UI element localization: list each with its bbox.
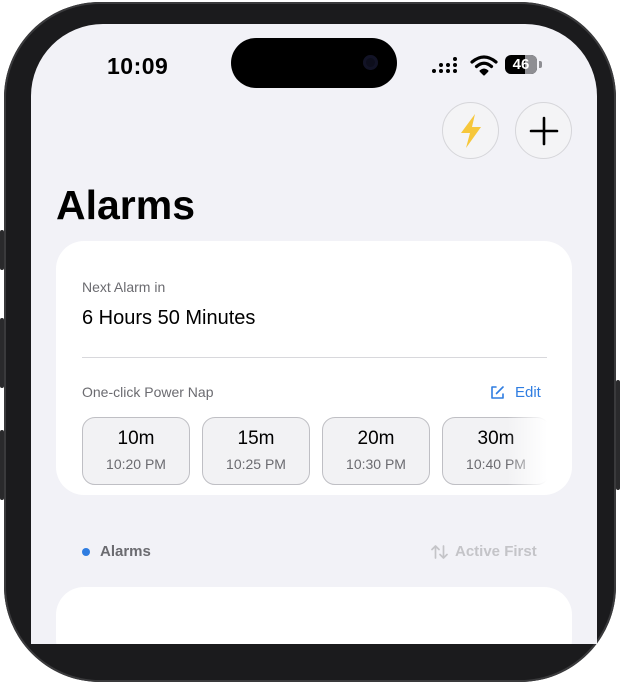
front-camera-icon bbox=[363, 55, 378, 70]
power-nap-options: 10m 10:20 PM 15m 10:25 PM 20m 10:30 PM 3… bbox=[82, 417, 547, 489]
next-alarm-countdown: 6 Hours 50 Minutes bbox=[82, 307, 256, 329]
phone-frame: 10:09 46 Alarms Next Alarm in 6 Hours 50… bbox=[4, 2, 616, 682]
nap-wake-time: 10:20 PM bbox=[106, 456, 166, 472]
nap-duration: 20m bbox=[357, 428, 395, 449]
app-screen: 10:09 46 Alarms Next Alarm in 6 Hours 50… bbox=[31, 24, 597, 644]
wifi-icon bbox=[470, 55, 498, 76]
battery-indicator: 46 bbox=[505, 55, 543, 75]
power-nap-label: One-click Power Nap bbox=[82, 384, 214, 400]
lightning-bolt-icon bbox=[460, 113, 481, 148]
nap-wake-time: 10:30 PM bbox=[346, 456, 406, 472]
alarms-section-header: Alarms bbox=[82, 543, 151, 560]
volume-down-button bbox=[0, 430, 4, 500]
volume-up-button bbox=[0, 318, 4, 388]
nap-option-15m[interactable]: 15m 10:25 PM bbox=[202, 417, 310, 485]
nap-duration: 15m bbox=[237, 428, 275, 449]
battery-level: 46 bbox=[512, 56, 530, 73]
status-time: 10:09 bbox=[107, 53, 169, 79]
alarm-list-card bbox=[56, 587, 572, 644]
edit-label: Edit bbox=[515, 383, 541, 401]
sort-arrows-icon bbox=[431, 544, 448, 559]
edit-icon bbox=[491, 385, 504, 399]
page-title: Alarms bbox=[56, 182, 196, 228]
edit-power-nap-button[interactable]: Edit bbox=[490, 382, 541, 402]
nap-option-10m[interactable]: 10m 10:20 PM bbox=[82, 417, 190, 485]
quick-alarm-button[interactable] bbox=[442, 102, 499, 159]
section-bullet-icon bbox=[82, 547, 90, 556]
nap-wake-time: 10:25 PM bbox=[226, 456, 286, 472]
action-button bbox=[0, 230, 4, 270]
nap-duration: 10m bbox=[117, 428, 155, 449]
add-alarm-button[interactable] bbox=[515, 102, 572, 159]
side-button bbox=[616, 380, 620, 490]
plus-icon bbox=[529, 116, 558, 145]
sort-button[interactable]: Active First bbox=[431, 543, 537, 560]
dynamic-island bbox=[231, 38, 397, 88]
cellular-signal-icon bbox=[432, 57, 462, 76]
divider bbox=[82, 357, 547, 358]
nap-option-20m[interactable]: 20m 10:30 PM bbox=[322, 417, 430, 485]
scroll-fade bbox=[507, 417, 547, 489]
section-title: Alarms bbox=[100, 543, 151, 560]
sort-label: Active First bbox=[455, 543, 537, 560]
next-alarm-card: Next Alarm in 6 Hours 50 Minutes One-cli… bbox=[56, 241, 572, 495]
next-alarm-label: Next Alarm in bbox=[82, 279, 166, 295]
